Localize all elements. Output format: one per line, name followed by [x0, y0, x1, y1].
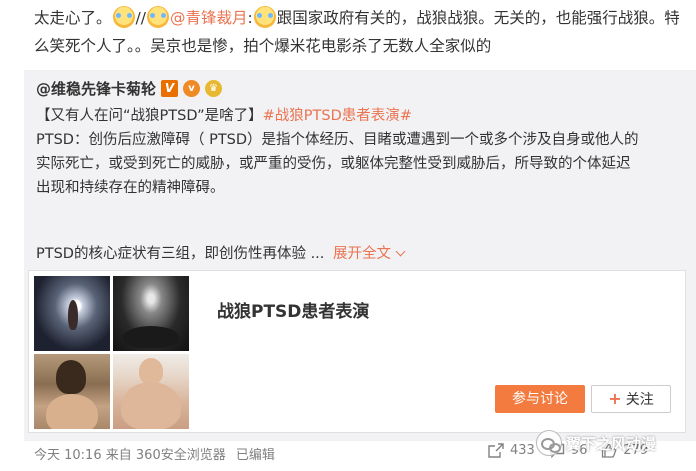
repost-body: 【又有人在问“战狼PTSD”是啥了】#战狼PTSD患者表演# PTSD：创伤后应…	[36, 104, 688, 200]
expand-full-text-link[interactable]: 展开全文	[333, 246, 406, 262]
repost-separator: //	[135, 9, 146, 27]
watermark-text: 翼下之风动漫	[566, 434, 657, 453]
join-discussion-button[interactable]: 参与讨论	[495, 385, 585, 413]
topic-card-title[interactable]: 战狼PTSD患者表演	[217, 297, 369, 322]
verified-badge-icon: V	[161, 80, 179, 97]
post-text: 太走心了。//@青锋裁月: 跟国家政府有关的，战狼战狼。无关的，也能强行战狼。特么…	[34, 4, 694, 60]
crying-laugh-emoji-icon	[112, 6, 135, 28]
repost-body-line-3: 出现和持续存在的精神障碍。	[36, 180, 225, 196]
post-time-link[interactable]: 今天 10:16	[34, 448, 102, 463]
topic-thumbnails	[34, 276, 190, 429]
plus-icon: +	[608, 389, 622, 408]
wechat-logo-icon	[536, 430, 562, 456]
source-prefix: 来自	[105, 448, 132, 463]
gold-member-badge-icon: ♛	[205, 80, 223, 97]
summary-text: PTSD的核心症状有三组，即创伤性再体验 ...	[36, 246, 325, 262]
repost-container: @维稳先锋卡菊轮 V v ♛ 【又有人在问“战狼PTSD”是啥了】#战狼PTSD…	[24, 70, 696, 441]
repost-author: @维稳先锋卡菊轮 V v ♛	[36, 78, 223, 99]
crying-laugh-emoji-icon	[146, 6, 169, 28]
expand-label: 展开全文	[333, 246, 392, 262]
topic-card[interactable]: 战狼PTSD患者表演 参与讨论 + 关注	[28, 270, 686, 433]
follow-topic-button[interactable]: + 关注	[591, 385, 671, 413]
repost-body-line-1: PTSD：创伤后应激障碍（ PTSD）是指个体经历、目睹或遭遇到一个或多个涉及自…	[36, 132, 639, 148]
thumbnail-concert-crowd	[113, 276, 189, 351]
thumbnail-performer-torso	[113, 354, 189, 429]
vip-badge-icon: v	[183, 80, 201, 97]
repost-action[interactable]: 433	[488, 443, 535, 458]
hashtag-link[interactable]: #战狼PTSD患者表演#	[263, 108, 412, 124]
edited-label[interactable]: 已编辑	[236, 448, 275, 463]
source-client-link[interactable]: 360安全浏览器	[136, 448, 226, 463]
repost-summary: PTSD的核心症状有三组，即创伤性再体验 ... 展开全文	[36, 242, 406, 263]
watermark: 翼下之风动漫	[536, 426, 656, 460]
follow-label: 关注	[625, 392, 654, 408]
crying-laugh-emoji-icon	[253, 6, 276, 28]
repost-body-line-2: 实际死亡，或受到死亡的威胁，或严重的受伤，或躯体完整性受到威胁后，所导致的个体延…	[36, 156, 631, 172]
mention-link[interactable]: @青锋裁月	[170, 9, 248, 27]
repost-icon	[488, 443, 504, 458]
chevron-down-icon	[395, 246, 406, 257]
repost-count: 433	[510, 443, 535, 458]
thumbnail-concert-stage	[34, 276, 110, 351]
thumbnail-performer-portrait	[34, 354, 110, 429]
post-text-lead: 太走心了。	[34, 9, 112, 27]
author-name-link[interactable]: @维稳先锋卡菊轮	[36, 78, 156, 99]
repost-intro: 【又有人在问“战狼PTSD”是啥了】	[36, 108, 263, 124]
mention-colon: :	[247, 9, 253, 27]
post-meta: 今天 10:16 来自 360安全浏览器 已编辑	[34, 444, 275, 463]
